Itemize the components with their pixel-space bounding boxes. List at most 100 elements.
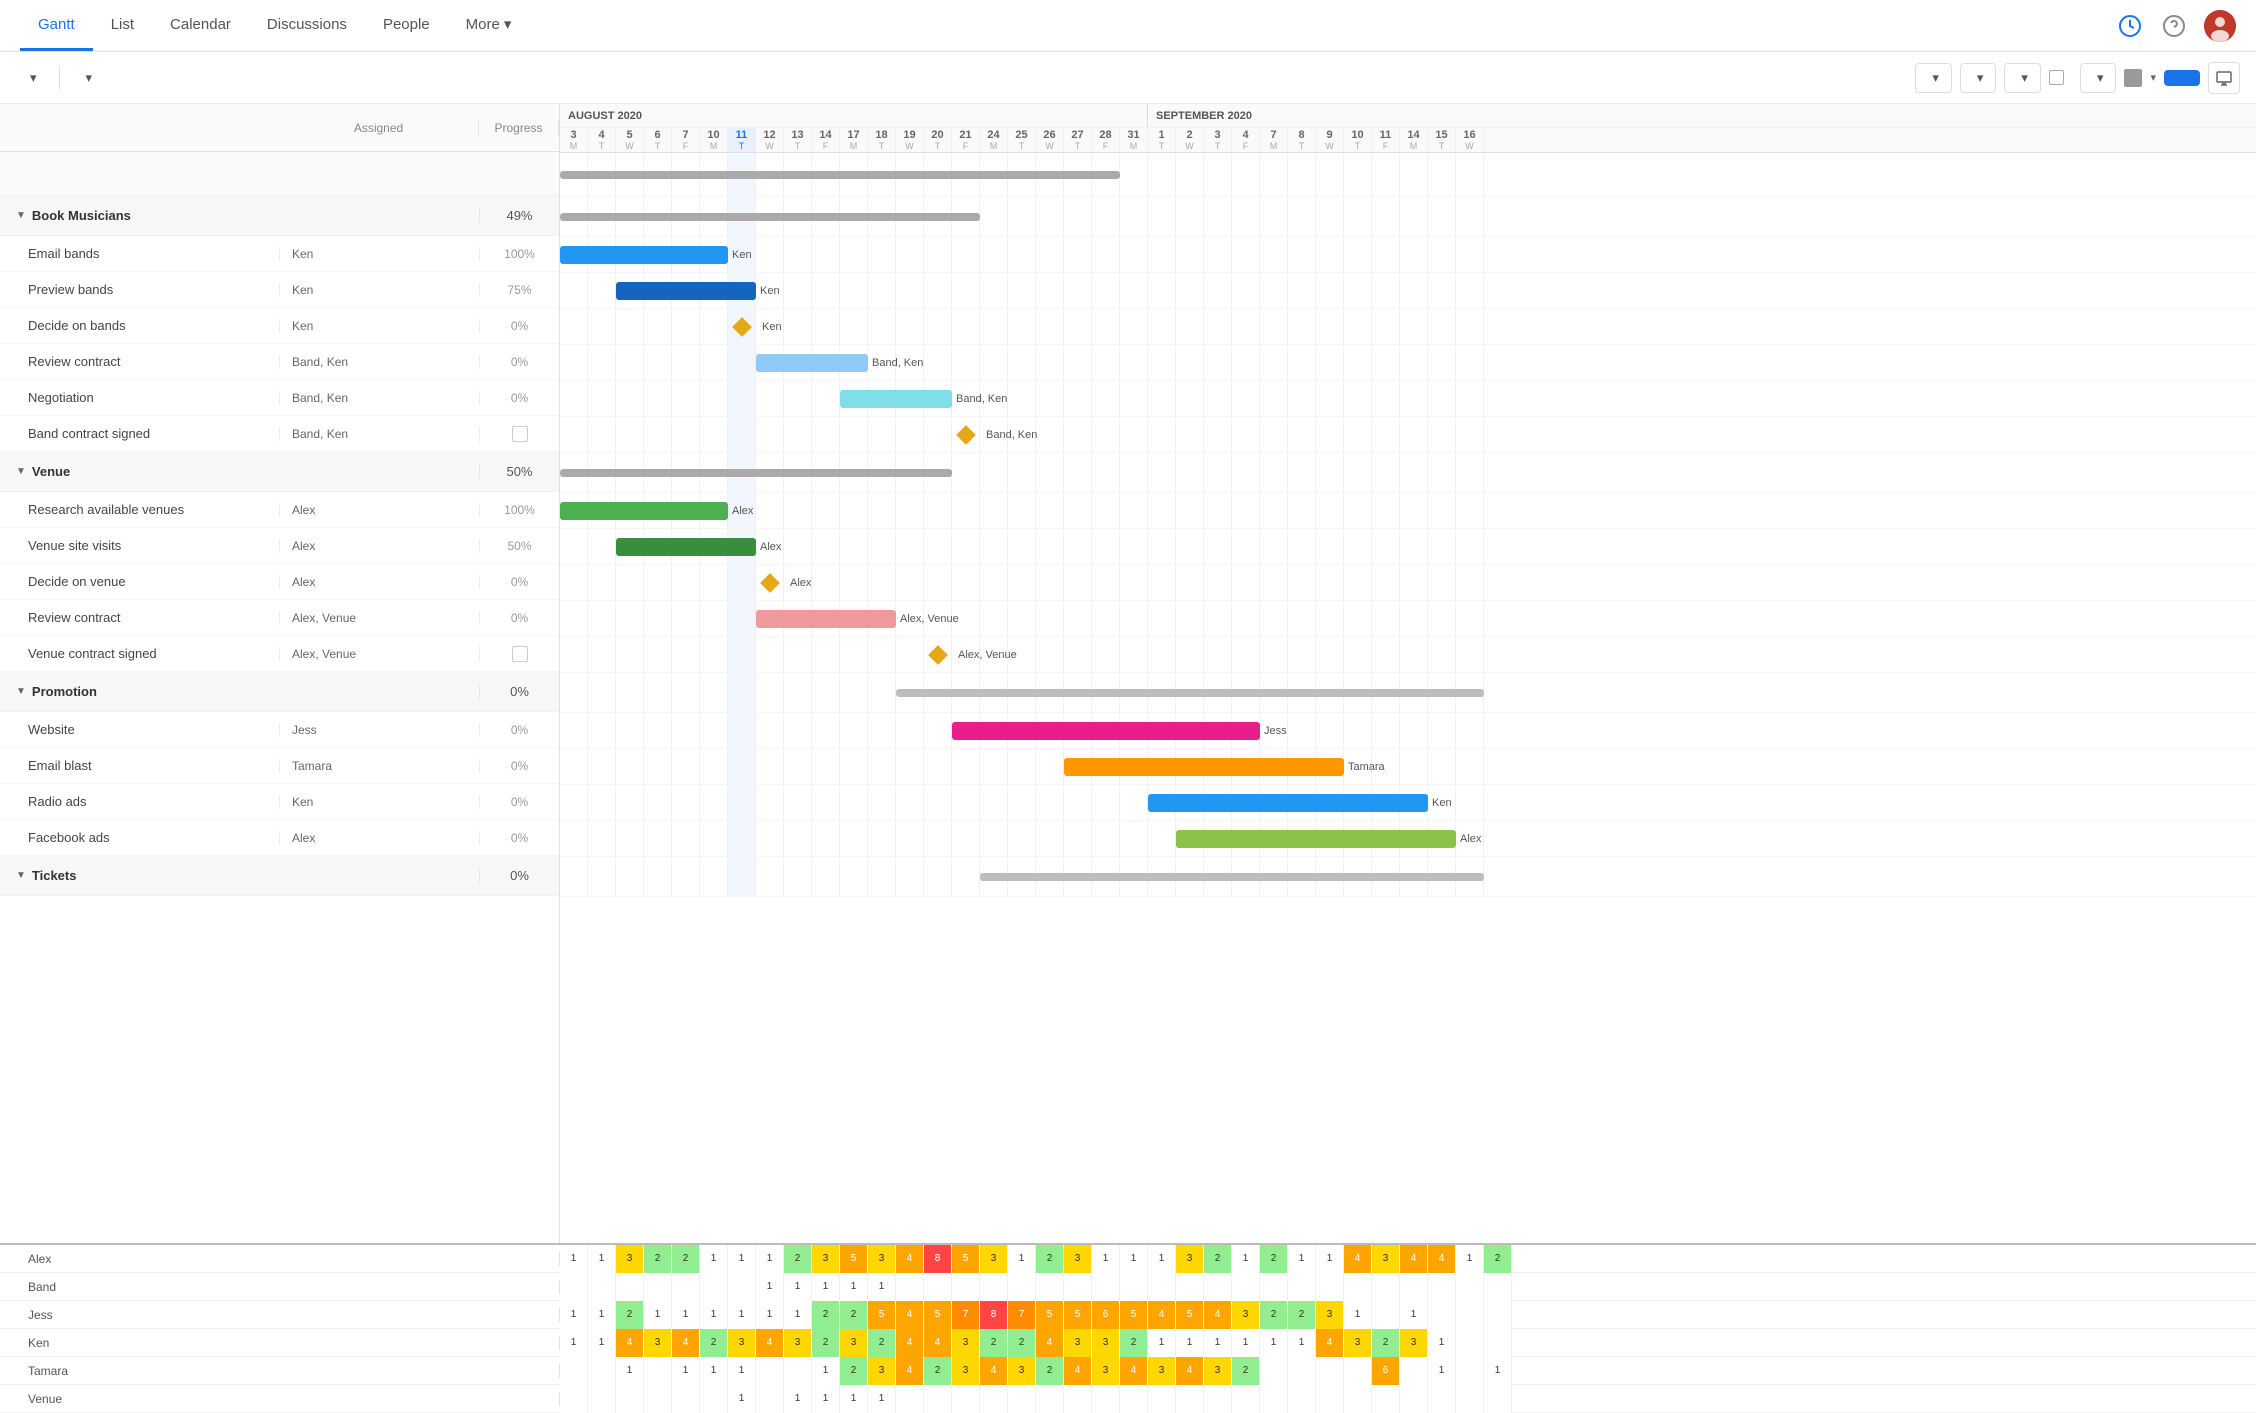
tab-discussions[interactable]: Discussions (249, 0, 365, 51)
color-picker[interactable] (2124, 69, 2142, 87)
gantt-row: Ken (560, 785, 2256, 821)
gantt-cell (1148, 273, 1176, 308)
avatar[interactable] (2204, 10, 2236, 42)
all-colors-filter[interactable]: ▾ (2004, 63, 2041, 93)
chevron-icon: ▼ (16, 466, 26, 477)
gantt-cell (560, 381, 588, 416)
task-assigned: Alex (279, 575, 479, 589)
help-icon[interactable] (2160, 12, 2188, 40)
gantt-cell (728, 857, 756, 896)
tab-calendar[interactable]: Calendar (152, 0, 249, 51)
all-dates-filter[interactable]: ▾ (1960, 63, 1997, 93)
september-label: SEPTEMBER 2020 (1148, 104, 1260, 127)
gantt-cell (1260, 417, 1288, 452)
gantt-bar-label: Tamara (1348, 761, 1385, 773)
present-button[interactable] (2208, 62, 2240, 94)
hide-completed-checkbox[interactable] (2049, 70, 2064, 85)
resource-cell (560, 1357, 588, 1385)
day-cell: 12W (756, 128, 784, 152)
gantt-bar-label: Band, Ken (872, 357, 923, 369)
resource-cell (1064, 1385, 1092, 1413)
progress-check[interactable] (512, 426, 528, 442)
resource-cell (560, 1385, 588, 1413)
group-row-promotion[interactable]: ▼ Promotion 0% (0, 672, 559, 712)
resource-name: Band (0, 1280, 560, 1294)
gantt-cell (728, 713, 756, 748)
gantt-cell (980, 237, 1008, 272)
gantt-cell (812, 785, 840, 820)
gantt-body[interactable]: KenKenKenBand, KenBand, KenBand, KenAlex… (560, 153, 2256, 897)
gantt-cell (1344, 273, 1372, 308)
resource-cell: 1 (700, 1301, 728, 1329)
gantt-cell (1148, 197, 1176, 236)
group-row-tickets[interactable]: ▼ Tickets 0% (0, 856, 559, 896)
gantt-cell (1288, 345, 1316, 380)
gantt-cell (616, 381, 644, 416)
task-progress: 100% (479, 247, 559, 261)
gantt-cell (1456, 345, 1484, 380)
task-progress: 100% (479, 503, 559, 517)
invite-button[interactable] (2164, 70, 2200, 86)
gantt-cell (784, 673, 812, 712)
gantt-cell (1316, 417, 1344, 452)
gantt-cell (1260, 345, 1288, 380)
resource-cell (756, 1357, 784, 1385)
days-row: 3M4T5W6T7F10M11T12W13T14F17M18T19W20T21F… (560, 128, 2256, 152)
day-cell: 20T (924, 128, 952, 152)
progress-check[interactable] (512, 646, 528, 662)
task-name: Email blast (0, 758, 279, 773)
resource-cell: 1 (812, 1357, 840, 1385)
gantt-cell (1232, 345, 1260, 380)
resource-cell: 1 (1428, 1357, 1456, 1385)
day-cell: 14F (812, 128, 840, 152)
right-panel[interactable]: AUGUST 2020 SEPTEMBER 2020 3M4T5W6T7F10M… (560, 104, 2256, 1243)
resource-cell: 4 (1204, 1301, 1232, 1329)
resource-cell (672, 1385, 700, 1413)
gantt-cell (868, 857, 896, 896)
zoom-button[interactable]: ▾ (2080, 63, 2117, 93)
gantt-bar (560, 469, 952, 477)
clock-icon[interactable] (2116, 12, 2144, 40)
resource-cell: 5 (868, 1301, 896, 1329)
gantt-cell (1204, 601, 1232, 636)
resource-cell: 1 (700, 1357, 728, 1385)
tab-gantt[interactable]: Gantt (20, 0, 93, 51)
gantt-cell (952, 309, 980, 344)
tab-people[interactable]: People (365, 0, 448, 51)
everyone-filter[interactable]: ▾ (1915, 63, 1952, 93)
gantt-cell (1204, 529, 1232, 564)
resource-cell: 1 (756, 1245, 784, 1273)
chevron-down-icon[interactable]: ▾ (2150, 71, 2156, 84)
left-scroll[interactable]: ▼ Book Musicians 49% Email bands Ken 100… (0, 152, 559, 1243)
gantt-cell (924, 345, 952, 380)
gantt-cell (1036, 237, 1064, 272)
resource-cell (1484, 1329, 1512, 1357)
gantt-bar-label: Alex, Venue (958, 649, 1017, 661)
tab-more[interactable]: More ▾ (448, 0, 530, 51)
gantt-cell (1260, 197, 1288, 236)
gantt-cell (756, 381, 784, 416)
resource-cell: 2 (1008, 1329, 1036, 1357)
view-button[interactable]: ▾ (72, 64, 103, 92)
gantt-cell (924, 857, 952, 896)
resource-cell: 1 (1288, 1329, 1316, 1357)
gantt-cell (644, 637, 672, 672)
menu-button[interactable]: ▾ (16, 64, 47, 92)
resource-cell (1064, 1273, 1092, 1301)
gantt-cell (840, 749, 868, 784)
task-assigned: Alex (279, 503, 479, 517)
hide-completed[interactable] (2049, 70, 2072, 85)
group-row-venue[interactable]: ▼ Venue 50% (0, 452, 559, 492)
tab-list[interactable]: List (93, 0, 152, 51)
resource-cell (1344, 1357, 1372, 1385)
gantt-cell (1204, 565, 1232, 600)
day-cell: 10M (700, 128, 728, 152)
resource-cell: 5 (1064, 1301, 1092, 1329)
gantt-cell (1036, 749, 1064, 784)
nav-right (2116, 10, 2236, 42)
gantt-row: Ken (560, 309, 2256, 345)
group-row-book-musicians[interactable]: ▼ Book Musicians 49% (0, 196, 559, 236)
gantt-cell (1204, 273, 1232, 308)
gantt-cell (952, 857, 980, 896)
resource-cell (1008, 1385, 1036, 1413)
